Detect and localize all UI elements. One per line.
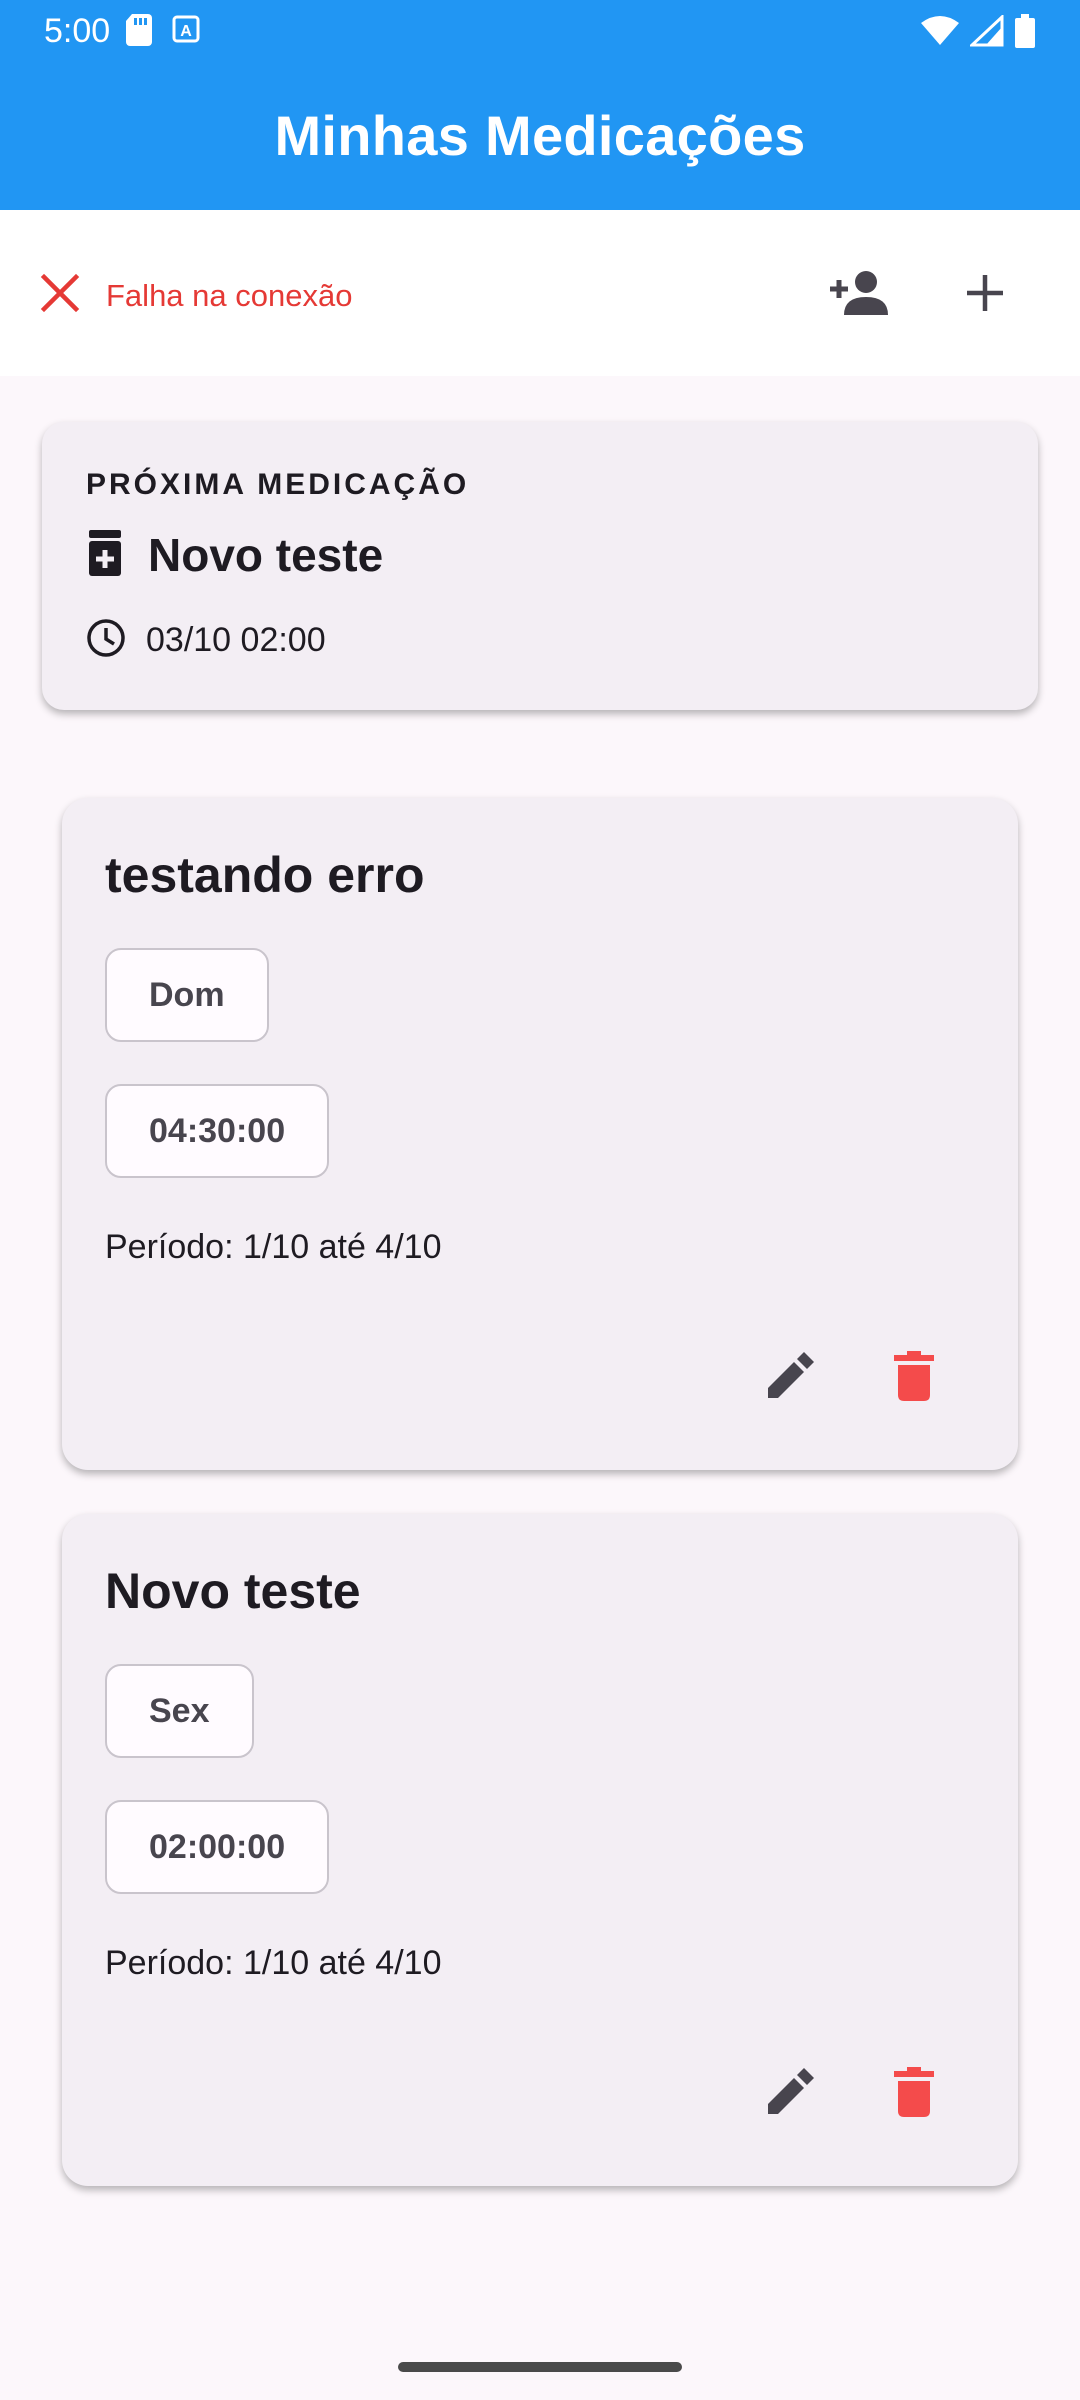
delete-button[interactable] — [874, 1338, 954, 1418]
clock-icon — [86, 618, 126, 663]
signal-icon — [968, 13, 1004, 52]
time-chip: 04:30:00 — [105, 1084, 330, 1178]
toolbar-row: Falha na conexão — [0, 210, 1080, 376]
keyboard-a-icon: A — [172, 14, 200, 51]
close-icon — [40, 273, 80, 318]
medication-bottle-icon — [86, 529, 124, 581]
connection-status: Falha na conexão — [40, 273, 352, 318]
next-medication-label: PRÓXIMA MEDICAÇÃO — [86, 468, 470, 501]
next-medication-name: Novo teste — [148, 529, 384, 581]
svg-text:A: A — [180, 23, 192, 40]
status-time: 5:00 — [44, 12, 111, 50]
edit-button[interactable] — [750, 2054, 830, 2134]
medication-name: testando erro — [105, 847, 425, 903]
add-person-icon — [828, 269, 892, 322]
edit-button[interactable] — [750, 1338, 830, 1418]
medication-name: Novo teste — [105, 1563, 361, 1619]
battery-icon — [1014, 14, 1036, 53]
next-medication-time: 03/10 02:00 — [146, 621, 326, 659]
delete-icon — [894, 1350, 934, 1406]
medication-card: Novo teste Sex 02:00:00 Período: 1/10 at… — [62, 1514, 1018, 2186]
add-button[interactable] — [950, 260, 1020, 330]
add-person-button[interactable] — [820, 260, 900, 330]
connection-status-text: Falha na conexão — [106, 277, 353, 313]
sd-card-icon — [126, 14, 152, 51]
app-bar: Minhas Medicações — [0, 60, 1080, 210]
edit-icon — [764, 1350, 816, 1407]
wifi-icon — [920, 15, 960, 52]
delete-icon — [894, 2066, 934, 2122]
delete-button[interactable] — [874, 2054, 954, 2134]
edit-icon — [764, 2066, 816, 2123]
day-chip: Dom — [105, 948, 269, 1042]
next-medication-name-row: Novo teste — [86, 528, 383, 582]
next-medication-time-row: 03/10 02:00 — [86, 618, 326, 663]
time-chip: 02:00:00 — [105, 1800, 330, 1894]
page-title: Minhas Medicações — [274, 103, 806, 167]
medication-period: Período: 1/10 até 4/10 — [105, 1944, 442, 1982]
medication-period: Período: 1/10 até 4/10 — [105, 1228, 442, 1266]
add-icon — [963, 271, 1007, 320]
status-bar: 5:00 A — [0, 0, 1080, 60]
medication-card: testando erro Dom 04:30:00 Período: 1/10… — [62, 798, 1018, 1470]
next-medication-card: PRÓXIMA MEDICAÇÃO Novo teste 03/10 02:00 — [42, 422, 1038, 710]
day-chip: Sex — [105, 1664, 254, 1758]
home-indicator[interactable] — [398, 2362, 682, 2372]
status-right-icons — [920, 13, 1036, 53]
status-left-icons: A — [126, 14, 200, 51]
